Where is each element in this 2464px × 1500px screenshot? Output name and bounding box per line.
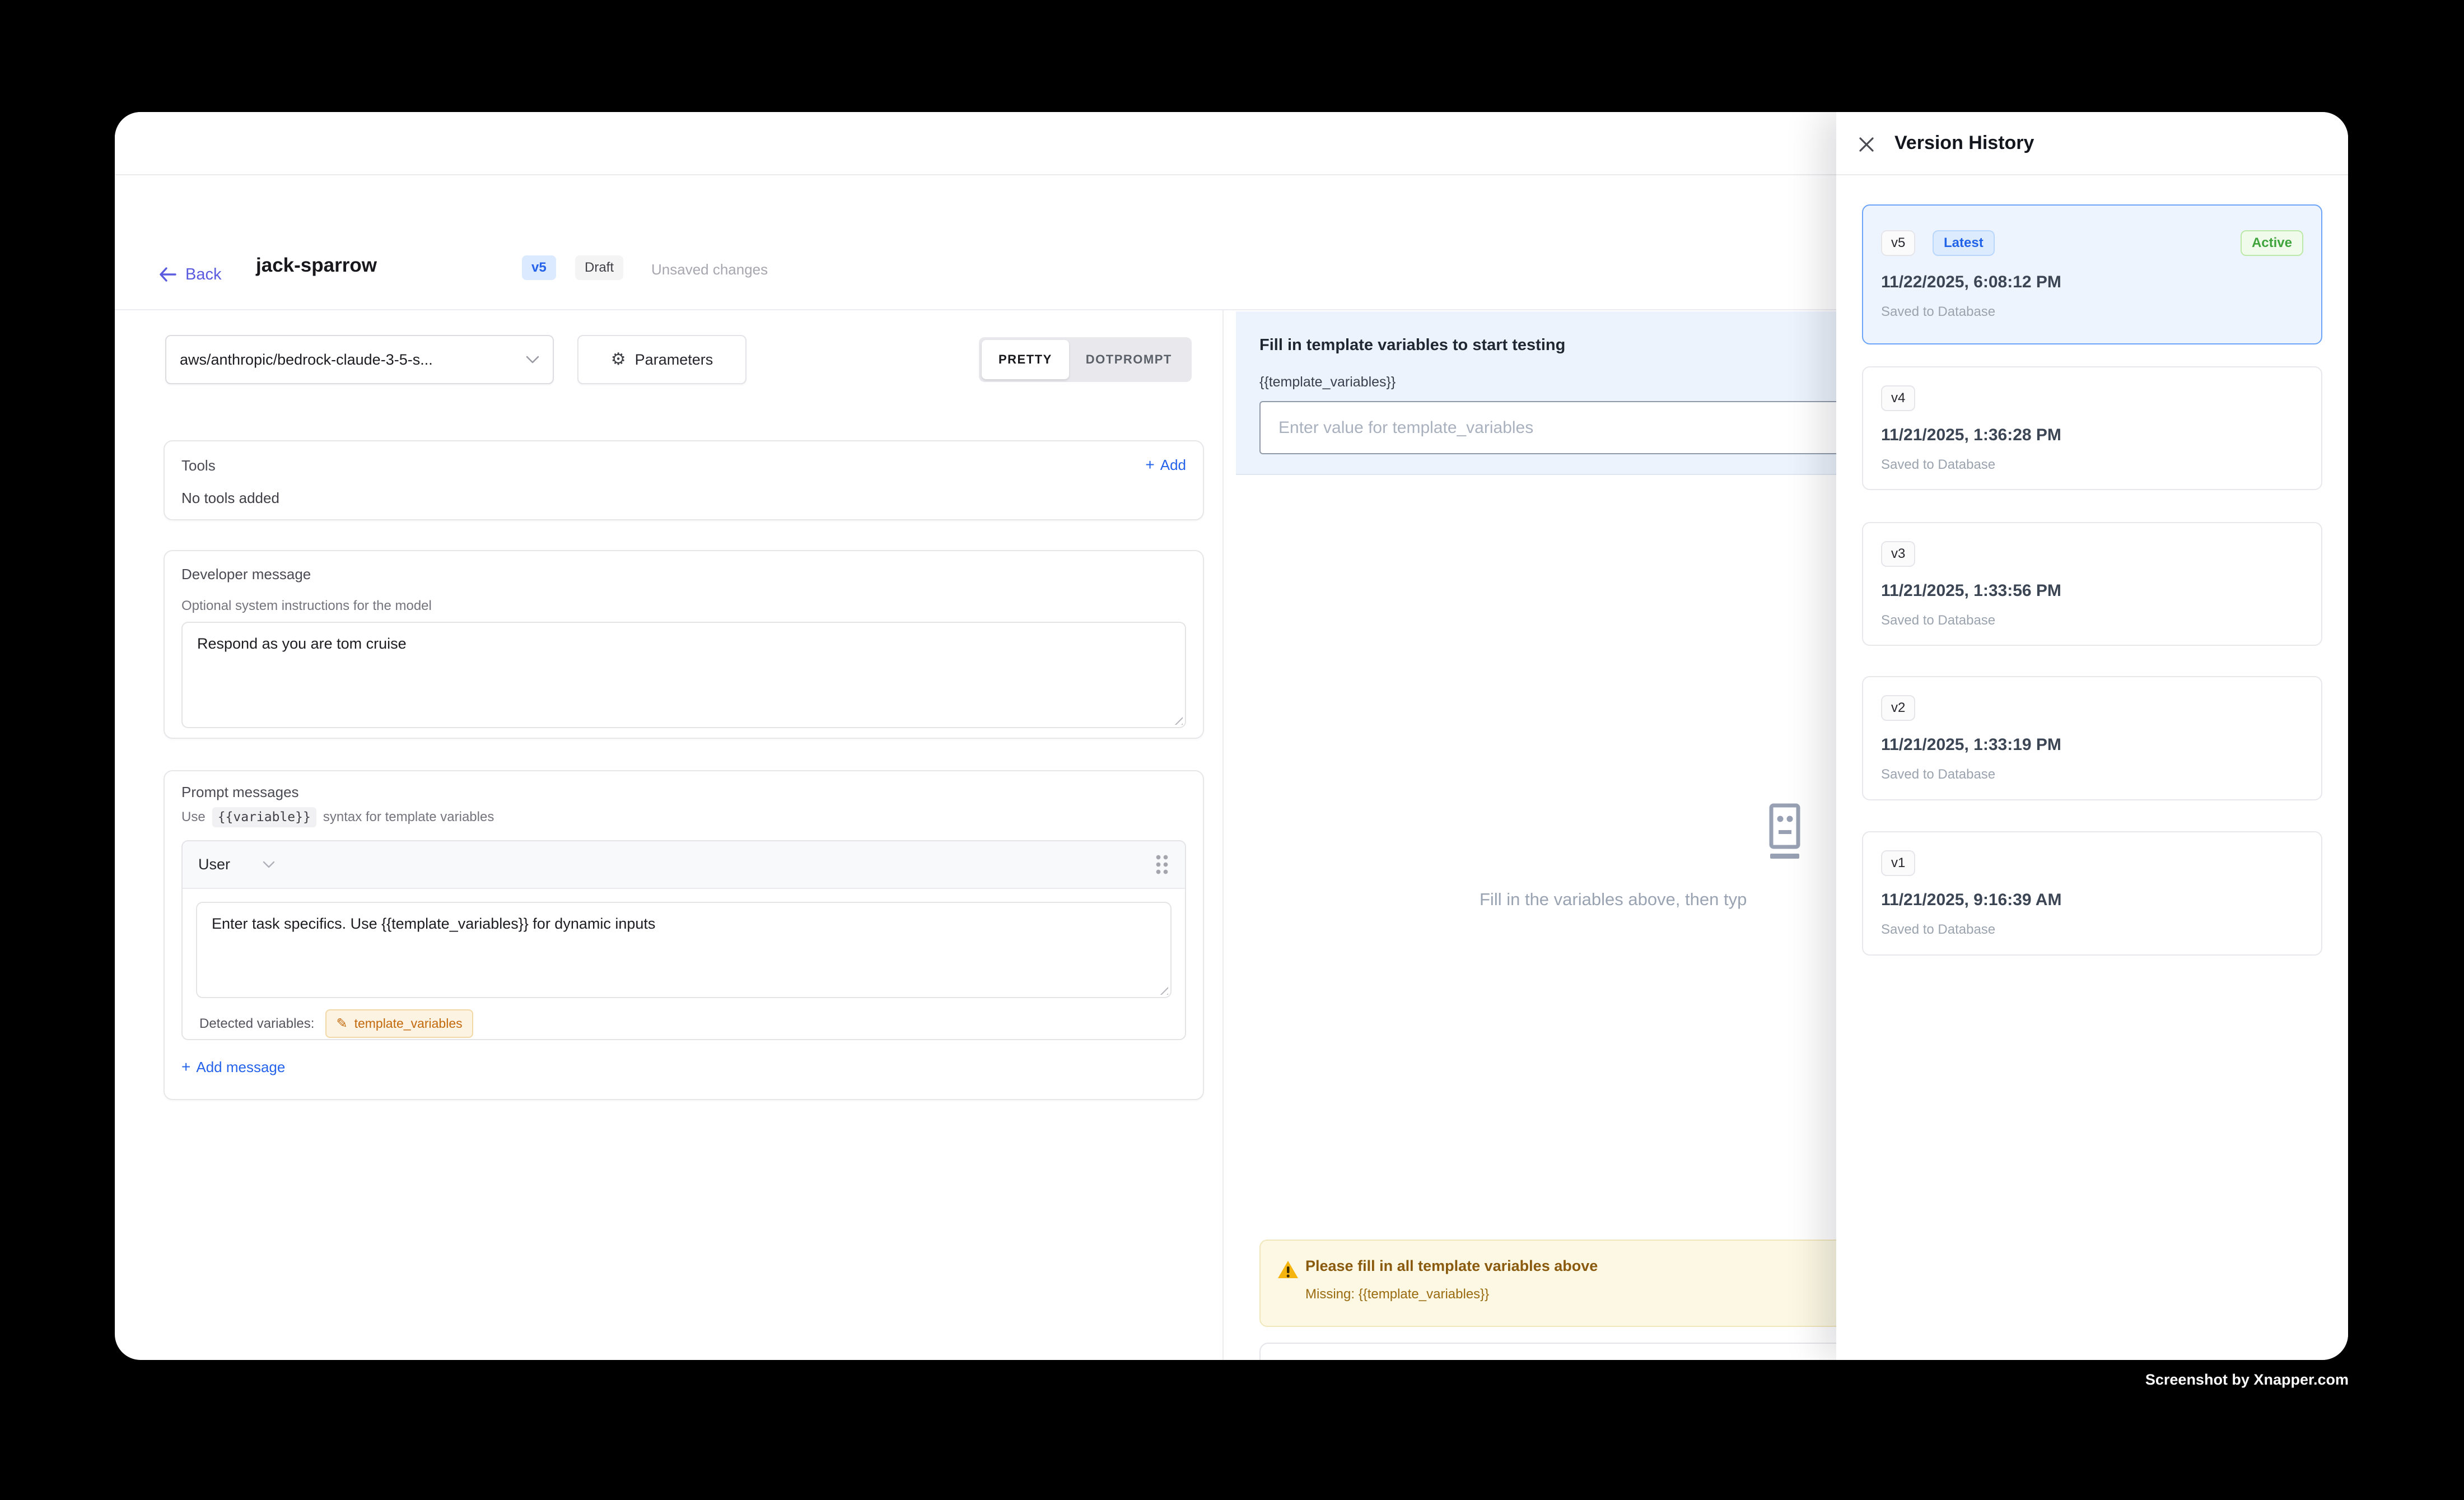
- back-button[interactable]: Back: [158, 262, 221, 287]
- detected-variables-label: Detected variables:: [199, 1016, 314, 1032]
- prompt-messages-card: Prompt messages Use {{variable}} syntax …: [164, 770, 1204, 1100]
- warning-title: Please fill in all template variables ab…: [1305, 1257, 1598, 1275]
- version-date: 11/21/2025, 1:36:28 PM: [1881, 426, 2061, 445]
- warning-icon: [1277, 1260, 1299, 1280]
- version-storage: Saved to Database: [1881, 457, 1995, 473]
- parameters-button[interactable]: ⚙ Parameters: [577, 335, 746, 384]
- version-chip: v5: [1881, 230, 1915, 256]
- version-storage: Saved to Database: [1881, 304, 1995, 320]
- detected-variables-row: Detected variables: ✎ template_variables: [199, 1009, 473, 1038]
- plus-icon: +: [181, 1058, 190, 1076]
- message-header: User: [183, 841, 1185, 889]
- add-tool-label: Add: [1160, 456, 1186, 474]
- empty-state-hint: Fill in the variables above, then typ: [1480, 889, 1747, 910]
- tools-card: Tools + Add No tools added: [164, 440, 1204, 520]
- version-history-title: Version History: [1894, 132, 2034, 154]
- hint-suffix: syntax for template variables: [323, 809, 494, 825]
- tools-label: Tools: [181, 457, 216, 474]
- chevron-down-icon: [263, 861, 275, 869]
- model-select[interactable]: aws/anthropic/bedrock-claude-3-5-s...: [165, 335, 554, 384]
- version-row-v2[interactable]: v2 11/21/2025, 1:33:19 PM Saved to Datab…: [1862, 676, 2322, 800]
- version-storage: Saved to Database: [1881, 613, 1995, 628]
- version-chip: v1: [1881, 850, 1915, 876]
- test-panel-title: Fill in template variables to start test…: [1259, 336, 1565, 355]
- parameters-label: Parameters: [635, 351, 713, 369]
- no-tools-text: No tools added: [181, 490, 279, 507]
- gear-icon: ⚙: [611, 351, 626, 368]
- version-date: 11/21/2025, 1:33:56 PM: [1881, 581, 2061, 600]
- hint-prefix: Use: [181, 809, 206, 825]
- role-select[interactable]: User: [198, 856, 275, 873]
- add-message-label: Add message: [196, 1059, 285, 1076]
- header-divider: [115, 309, 1836, 310]
- add-tool-button[interactable]: + Add: [1145, 456, 1186, 474]
- version-row-v1[interactable]: v1 11/21/2025, 9:16:39 AM Saved to Datab…: [1862, 831, 2322, 956]
- developer-message-card: Developer message Optional system instru…: [164, 550, 1204, 739]
- panel-divider: [1222, 310, 1224, 1360]
- version-row-v5[interactable]: v5 Latest Active 11/22/2025, 6:08:12 PM …: [1862, 204, 2322, 344]
- back-label: Back: [185, 265, 221, 284]
- version-chip: v2: [1881, 695, 1915, 721]
- version-badge: v5: [522, 255, 556, 280]
- version-date: 11/21/2025, 9:16:39 AM: [1881, 891, 2061, 910]
- pen-icon: ✎: [336, 1015, 347, 1032]
- version-date: 11/21/2025, 1:33:19 PM: [1881, 735, 2061, 754]
- plus-icon: +: [1145, 456, 1154, 474]
- add-message-button[interactable]: + Add message: [181, 1058, 285, 1076]
- app-window: Back jack-sparrow v5 Draft Unsaved chang…: [115, 112, 2348, 1360]
- status-badge: Active: [2241, 230, 2303, 256]
- toggle-dotprompt[interactable]: DOTPROMPT: [1069, 340, 1189, 379]
- toggle-pretty[interactable]: PRETTY: [982, 340, 1069, 379]
- latest-badge: Latest: [1933, 230, 1995, 256]
- draft-badge: Draft: [575, 255, 623, 280]
- version-row-v4[interactable]: v4 11/21/2025, 1:36:28 PM Saved to Datab…: [1862, 366, 2322, 490]
- close-icon[interactable]: [1854, 132, 1879, 157]
- window-top-bar: [115, 112, 1836, 175]
- bot-face-icon: [1766, 803, 1804, 860]
- chevron-down-icon: [526, 356, 539, 364]
- role-select-value: User: [198, 856, 230, 873]
- developer-message-label: Developer message: [181, 566, 311, 583]
- version-storage: Saved to Database: [1881, 767, 1995, 782]
- version-row-v3[interactable]: v3 11/21/2025, 1:33:56 PM Saved to Datab…: [1862, 522, 2322, 646]
- model-select-value: aws/anthropic/bedrock-claude-3-5-s...: [180, 351, 526, 369]
- version-chip: v3: [1881, 541, 1915, 567]
- detected-variable-badge[interactable]: ✎ template_variables: [325, 1009, 473, 1038]
- template-variable-label: {{template_variables}}: [1259, 374, 1396, 390]
- drag-handle-icon[interactable]: [1155, 854, 1169, 876]
- message-block: User Enter task specifics. Use {{templat…: [181, 840, 1186, 1040]
- format-toggle: PRETTY DOTPROMPT: [979, 337, 1192, 382]
- version-date: 11/22/2025, 6:08:12 PM: [1881, 273, 2061, 292]
- version-chip: v4: [1881, 385, 1915, 411]
- version-history-panel: Version History v5 Latest Active 11/22/2…: [1836, 112, 2348, 1360]
- user-message-textarea[interactable]: Enter task specifics. Use {{template_var…: [196, 902, 1172, 998]
- developer-message-hint: Optional system instructions for the mod…: [181, 598, 432, 614]
- page-title: jack-sparrow: [256, 254, 377, 277]
- prompt-messages-label: Prompt messages: [181, 784, 299, 801]
- prompt-messages-hint: Use {{variable}} syntax for template var…: [181, 807, 494, 827]
- variable-syntax-chip: {{variable}}: [212, 807, 316, 827]
- developer-message-textarea[interactable]: Respond as you are tom cruise: [181, 622, 1186, 728]
- version-storage: Saved to Database: [1881, 922, 1995, 938]
- watermark-text: Screenshot by Xnapper.com: [2145, 1371, 2349, 1389]
- back-arrow-icon: [158, 267, 176, 282]
- warning-detail: Missing: {{template_variables}}: [1305, 1287, 1489, 1302]
- version-history-header: Version History: [1836, 112, 2348, 175]
- detected-variable-name: template_variables: [354, 1016, 463, 1031]
- unsaved-changes-label: Unsaved changes: [651, 261, 768, 278]
